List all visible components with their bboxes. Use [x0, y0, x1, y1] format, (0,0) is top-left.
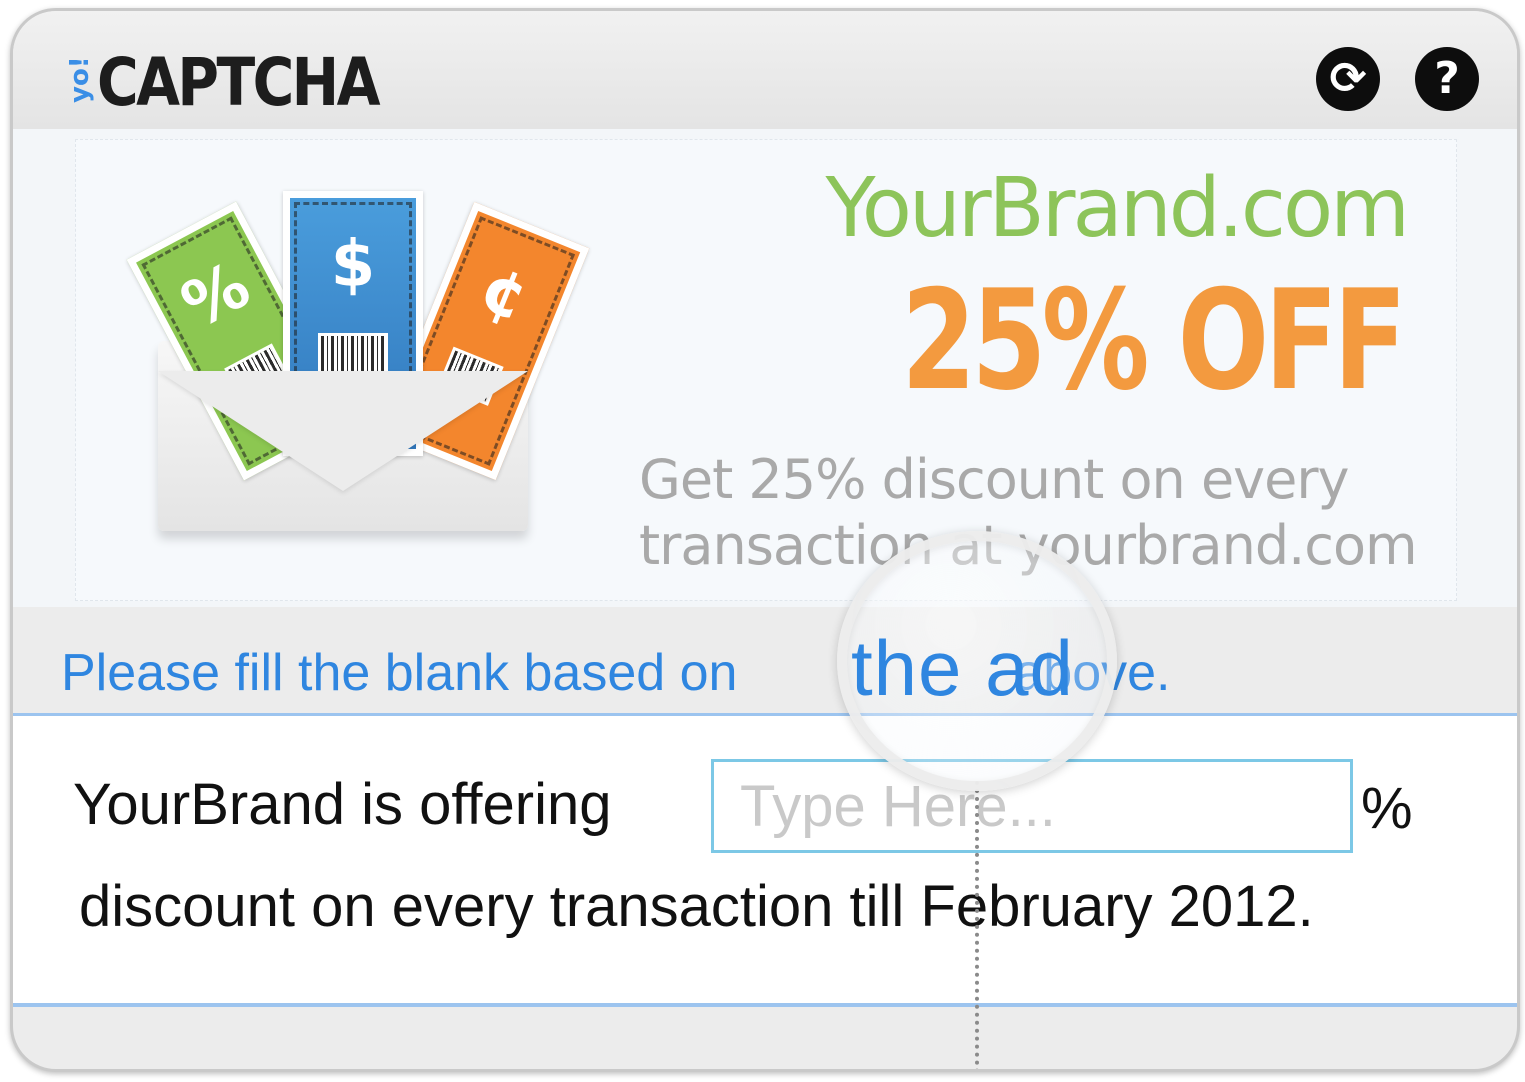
yocaptcha-logo: yo! CAPTCHA: [63, 29, 424, 119]
ad-headline: 25% OFF: [901, 260, 1407, 421]
captcha-widget: yo! CAPTCHA ⟳ ? % ¢ $ YourBrand.com 25% …: [10, 8, 1520, 1072]
instruction-highlight: the ad: [851, 624, 1074, 712]
help-icon: ?: [1434, 53, 1460, 104]
coupon-dollar-symbol: $: [330, 228, 376, 302]
logo-prefix: yo!: [65, 56, 95, 103]
refresh-icon: ⟳: [1329, 53, 1367, 104]
question-text-part1: YourBrand is offering: [73, 772, 612, 837]
question-unit: %: [1361, 776, 1413, 841]
question-text-part2: discount on every transaction till Febru…: [79, 874, 1314, 939]
captcha-header: yo! CAPTCHA ⟳ ?: [13, 11, 1517, 129]
logo-wordmark: CAPTCHA: [97, 44, 381, 121]
refresh-button[interactable]: ⟳: [1316, 47, 1380, 111]
coupon-cent-symbol: ¢: [469, 251, 539, 337]
cursor-guide-line: [975, 781, 979, 1069]
ad-brand-name: YourBrand.com: [825, 161, 1410, 256]
barcode-icon: [318, 333, 388, 375]
instruction-text-before: Please fill the blank based on: [61, 644, 738, 702]
coupon-percent-symbol: %: [170, 248, 262, 344]
help-button[interactable]: ?: [1415, 47, 1479, 111]
envelope-flap: [158, 371, 528, 491]
divider-bottom: [13, 1003, 1517, 1007]
